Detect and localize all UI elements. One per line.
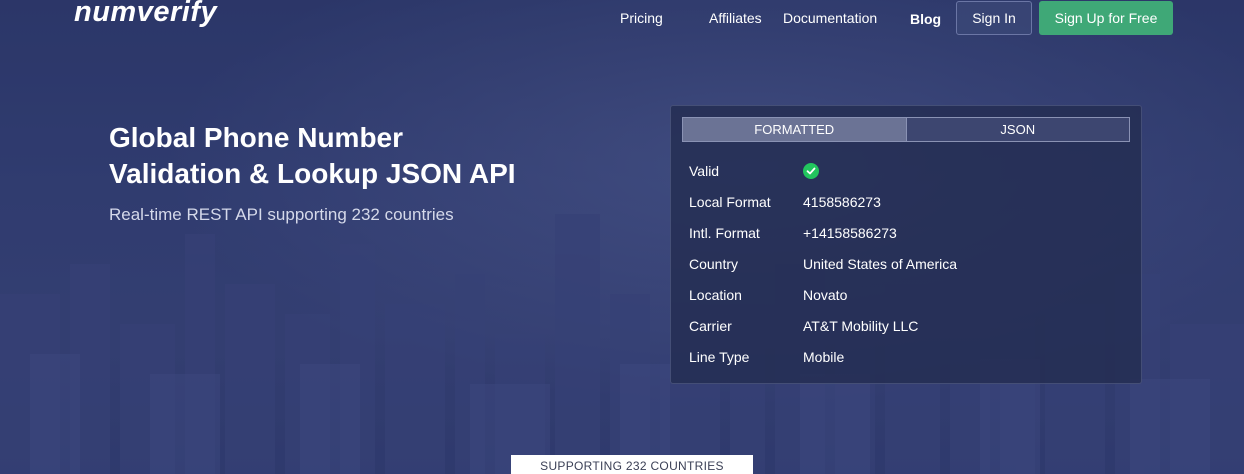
nav-pricing-link[interactable]: Pricing xyxy=(620,10,663,26)
result-key: Carrier xyxy=(689,318,732,334)
result-value: Mobile xyxy=(803,349,845,365)
sign-up-button[interactable]: Sign Up for Free xyxy=(1039,1,1173,35)
tab-json[interactable]: JSON xyxy=(905,118,1129,141)
result-key: Location xyxy=(689,287,742,303)
hero-title-line-2: Validation & Lookup JSON API xyxy=(109,158,516,189)
check-circle-icon xyxy=(803,163,819,179)
result-value: AT&T Mobility LLC xyxy=(803,318,919,334)
numverify-logo[interactable]: numverify xyxy=(74,0,217,29)
result-key: Line Type xyxy=(689,349,750,365)
hero-subtitle: Real-time REST API supporting 232 countr… xyxy=(109,205,454,224)
hero-title-line-1: Global Phone Number xyxy=(109,122,404,153)
nav-affiliates-link[interactable]: Affiliates xyxy=(709,10,762,26)
hero-title: Global Phone Number Validation & Lookup … xyxy=(109,120,569,192)
lookup-result-panel: FORMATTED JSON Valid Local Format 415858… xyxy=(670,105,1142,384)
result-value: United States of America xyxy=(803,256,958,272)
tab-formatted[interactable]: FORMATTED xyxy=(683,118,906,141)
result-key: Intl. Format xyxy=(689,225,760,241)
result-key: Valid xyxy=(689,163,720,179)
result-key: Local Format xyxy=(689,194,771,210)
sign-in-button[interactable]: Sign In xyxy=(956,1,1032,35)
nav-documentation-link[interactable]: Documentation xyxy=(783,10,877,26)
supporting-countries-badge: SUPPORTING 232 COUNTRIES xyxy=(511,455,753,474)
result-key: Country xyxy=(689,256,739,272)
result-format-tabs: FORMATTED JSON xyxy=(682,117,1130,142)
result-value: +14158586273 xyxy=(803,225,897,241)
result-value: Novato xyxy=(803,287,848,303)
nav-blog-link[interactable]: Blog xyxy=(910,11,941,27)
result-value: 4158586273 xyxy=(803,194,881,210)
